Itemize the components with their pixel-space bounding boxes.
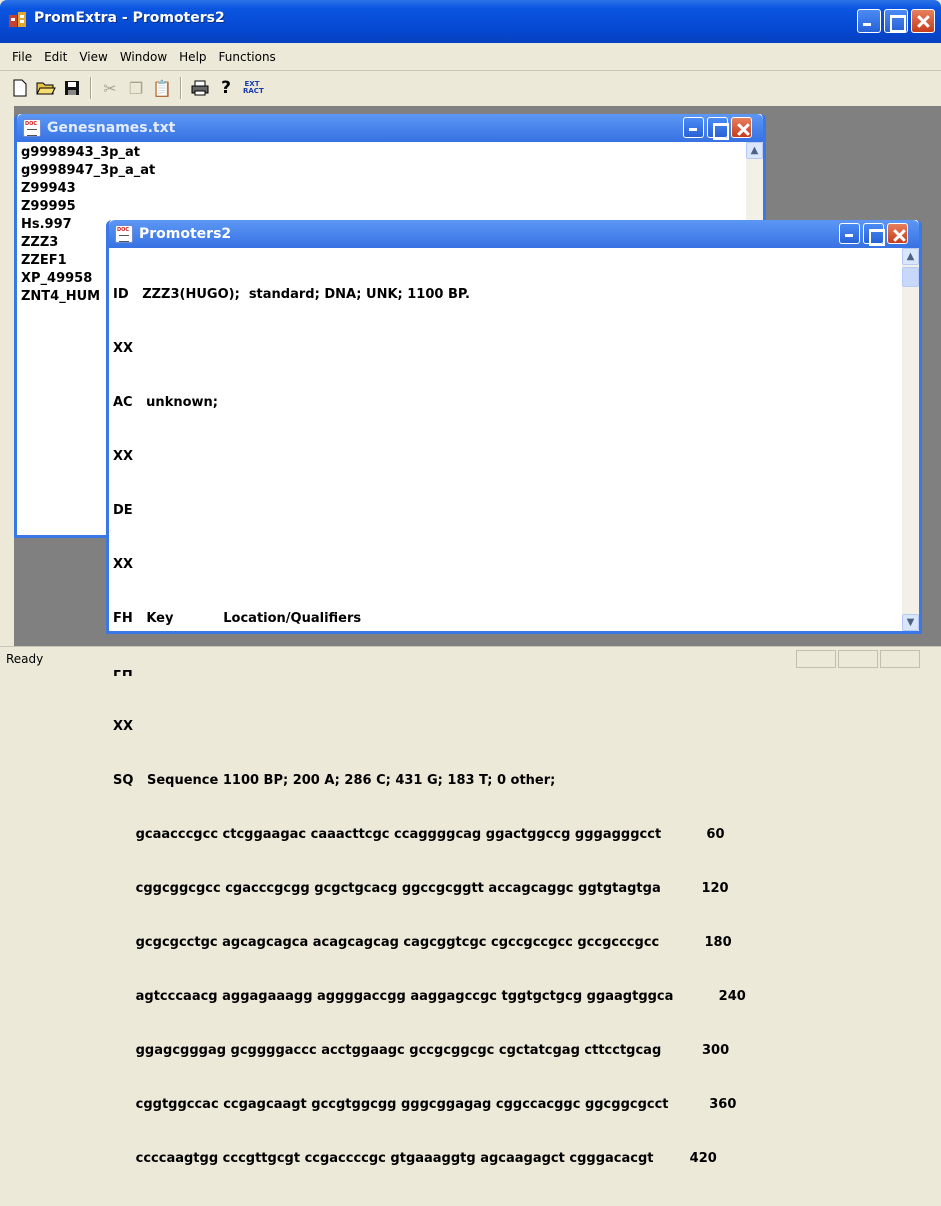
list-item[interactable]: g9998943_3p_at bbox=[21, 144, 759, 162]
promoters-minimize-button[interactable] bbox=[839, 223, 860, 244]
scissors-icon: ✂ bbox=[103, 78, 117, 98]
extract-button[interactable]: EXT RACT bbox=[240, 76, 264, 100]
menu-file[interactable]: File bbox=[6, 50, 38, 64]
menu-functions[interactable]: Functions bbox=[213, 50, 282, 64]
close-icon bbox=[732, 118, 751, 137]
promoters-maximize-button[interactable] bbox=[863, 223, 885, 246]
maximize-icon bbox=[708, 118, 729, 140]
genesnames-maximize-button[interactable] bbox=[707, 117, 729, 140]
open-folder-icon bbox=[36, 82, 56, 95]
maximize-icon bbox=[885, 10, 907, 32]
genesnames-close-button[interactable] bbox=[731, 117, 752, 138]
menu-window[interactable]: Window bbox=[114, 50, 173, 64]
extract-icon: EXT RACT bbox=[243, 80, 264, 95]
promoters-close-button[interactable] bbox=[887, 223, 908, 244]
status-bar: Ready bbox=[0, 646, 941, 670]
close-icon bbox=[912, 10, 934, 32]
scroll-up-button[interactable]: ▲ bbox=[902, 248, 919, 265]
cut-button[interactable]: ✂ bbox=[98, 76, 122, 100]
paste-button[interactable]: 📋 bbox=[150, 76, 174, 100]
document-icon bbox=[115, 225, 133, 243]
promoters-window: Promoters2 ID ZZZ3(HUGO); standard; DNA;… bbox=[106, 220, 922, 1166]
menu-view[interactable]: View bbox=[73, 50, 113, 64]
maximize-icon bbox=[864, 224, 885, 246]
record-line: XX bbox=[113, 719, 134, 734]
chevron-down-icon: ▼ bbox=[906, 617, 915, 628]
sequence-line: gcaacccgcc ctcggaagac caaacttcgc ccagggg… bbox=[113, 827, 725, 842]
list-item[interactable]: Z99995 bbox=[21, 198, 759, 216]
record-line: SQ Sequence 1100 BP; 200 A; 286 C; 431 G… bbox=[113, 773, 556, 788]
embl-record-text[interactable]: ID ZZZ3(HUGO); standard; DNA; UNK; 1100 … bbox=[109, 248, 919, 1206]
promoters-scrollbar[interactable]: ▲ ▼ bbox=[902, 248, 919, 631]
record-line: XX bbox=[113, 557, 134, 572]
toolbar: ✂ ❐ 📋 ? EXT RACT bbox=[0, 72, 941, 104]
copy-icon: ❐ bbox=[128, 78, 144, 98]
paste-clipboard-icon: 📋 bbox=[152, 78, 172, 98]
sequence-line: agtcccaacg aggagaaagg aggggaccgg aaggagc… bbox=[113, 989, 746, 1004]
list-item[interactable]: g9998947_3p_a_at bbox=[21, 162, 759, 180]
scroll-down-button[interactable]: ▼ bbox=[902, 614, 919, 631]
sequence-line: ccccaagtgg cccgttgcgt ccgaccccgc gtgaaag… bbox=[113, 1151, 717, 1166]
record-line: AC unknown; bbox=[113, 395, 218, 410]
list-item[interactable]: Z99943 bbox=[21, 180, 759, 198]
record-line: FH Key Location/Qualifiers bbox=[113, 611, 362, 626]
status-panel bbox=[838, 650, 878, 668]
promextra-app-icon bbox=[9, 12, 26, 27]
print-button[interactable] bbox=[188, 76, 212, 100]
minimize-icon bbox=[840, 224, 859, 243]
printer-icon bbox=[191, 80, 209, 96]
status-panel bbox=[880, 650, 920, 668]
help-button[interactable]: ? bbox=[214, 76, 238, 100]
app-minimize-button[interactable] bbox=[857, 9, 881, 33]
chevron-up-icon: ▲ bbox=[750, 145, 759, 156]
status-text: Ready bbox=[6, 652, 44, 666]
app-titlebar[interactable]: PromExtra - Promoters2 bbox=[0, 0, 941, 43]
new-file-icon bbox=[13, 79, 27, 97]
app-maximize-button[interactable] bbox=[884, 9, 908, 33]
save-disk-icon bbox=[65, 81, 79, 95]
status-panel bbox=[796, 650, 836, 668]
menu-edit[interactable]: Edit bbox=[38, 50, 73, 64]
genesnames-title: Genesnames.txt bbox=[47, 120, 176, 136]
mdi-workspace: Genesnames.txt g9998943_3p_at g9998947_3… bbox=[14, 106, 941, 1166]
menu-help[interactable]: Help bbox=[173, 50, 212, 64]
document-icon bbox=[23, 119, 41, 137]
promoters-title: Promoters2 bbox=[139, 226, 232, 242]
copy-button[interactable]: ❐ bbox=[124, 76, 148, 100]
genesnames-titlebar[interactable]: Genesnames.txt bbox=[17, 114, 763, 142]
minimize-icon bbox=[684, 118, 703, 137]
save-button[interactable] bbox=[60, 76, 84, 100]
open-file-button[interactable] bbox=[34, 76, 58, 100]
scroll-up-button[interactable]: ▲ bbox=[746, 142, 763, 159]
sequence-line: cggcggcgcc cgacccgcgg gcgctgcacg ggccgcg… bbox=[113, 881, 729, 896]
record-line: DE bbox=[113, 503, 133, 518]
promoters-titlebar[interactable]: Promoters2 bbox=[109, 220, 919, 248]
scroll-thumb[interactable] bbox=[902, 267, 919, 287]
app-close-button[interactable] bbox=[911, 9, 935, 33]
app-title: PromExtra - Promoters2 bbox=[34, 10, 225, 26]
toolbar-separator bbox=[180, 77, 182, 99]
record-line: XX bbox=[113, 341, 134, 356]
help-question-icon: ? bbox=[221, 78, 231, 98]
sequence-line: ggagcgggag gcggggaccc acctggaagc gccgcgg… bbox=[113, 1043, 730, 1058]
toolbar-separator bbox=[90, 77, 92, 99]
chevron-up-icon: ▲ bbox=[906, 251, 915, 262]
record-line: ID ZZZ3(HUGO); standard; DNA; UNK; 1100 … bbox=[113, 287, 470, 302]
record-line: XX bbox=[113, 449, 134, 464]
genesnames-minimize-button[interactable] bbox=[683, 117, 704, 138]
sequence-line: gcgcgcctgc agcagcagca acagcagcag cagcggt… bbox=[113, 935, 732, 950]
new-file-button[interactable] bbox=[8, 76, 32, 100]
minimize-icon bbox=[858, 10, 880, 32]
menu-bar: File Edit View Window Help Functions bbox=[0, 43, 941, 71]
close-icon bbox=[888, 224, 907, 243]
sequence-line: cggtggccac ccgagcaagt gccgtggcgg gggcgga… bbox=[113, 1097, 737, 1112]
